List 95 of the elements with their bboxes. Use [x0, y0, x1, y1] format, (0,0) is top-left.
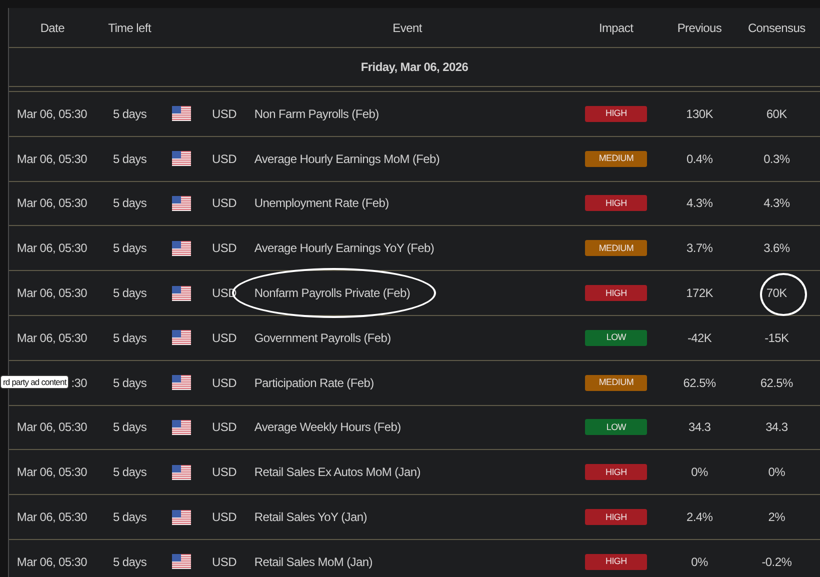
date-cell-text: Mar 06, 05:30	[16, 509, 88, 526]
impact-badge: MEDIUM	[585, 240, 648, 256]
us-flag-icon	[172, 240, 192, 256]
date-cell-text: Mar 06, 05:30	[16, 285, 88, 302]
time-left-cell-text: 5 days	[113, 330, 147, 347]
currency-cell-text: USD	[212, 150, 236, 168]
column-header: Previous	[677, 20, 722, 36]
currency-cell-text: USD	[212, 554, 236, 571]
us-flag-icon	[172, 464, 192, 480]
event-cell-text: Retail Sales MoM (Jan)	[254, 554, 372, 571]
date-cell-text: Mar 06, 05:30	[16, 464, 88, 482]
time-left-cell-text: 5 days	[113, 554, 147, 571]
time-left-cell-text: 5 days	[113, 106, 147, 123]
currency-cell-text: USD	[212, 419, 236, 436]
date-cell-text: Mar 06, 05:30	[16, 419, 88, 436]
time-left-cell-text: 5 days	[113, 419, 147, 436]
currency-cell-text: USD	[212, 195, 236, 212]
event-cell-text: Nonfarm Payrolls Private (Feb)	[254, 285, 410, 302]
tooltip: rd party ad content	[0, 374, 70, 389]
time-left-cell-text: 5 days	[113, 285, 147, 302]
currency-cell-text: USD	[212, 464, 236, 482]
impact-badge: HIGH	[585, 106, 648, 122]
impact-badge: HIGH	[585, 509, 648, 526]
time-left-cell-text: 5 days	[113, 150, 147, 168]
impact-badge: MEDIUM	[585, 150, 648, 167]
impact-badge: HIGH	[585, 195, 648, 212]
event-cell-text: Average Hourly Earnings MoM (Feb)	[254, 150, 440, 168]
consensus-cell-text: 70K	[766, 285, 787, 302]
date-cell-text: Mar 06, 05:30	[16, 106, 88, 123]
previous-cell-text: 34.3	[688, 419, 711, 436]
consensus-cell-text: 0.3%	[764, 150, 790, 168]
impact-badge: HIGH	[585, 554, 648, 570]
consensus-cell-text: -15K	[764, 330, 789, 347]
consensus-cell-text: 34.3	[766, 419, 788, 436]
column-header: Impact	[598, 20, 634, 36]
us-flag-icon	[172, 196, 192, 211]
previous-cell-text: 0.4%	[686, 150, 713, 168]
time-left-cell-text: 5 days	[113, 374, 147, 392]
event-cell-text: Government Payrolls (Feb)	[254, 330, 391, 347]
us-flag-icon	[172, 420, 192, 435]
previous-cell-text: 172K	[686, 285, 713, 302]
consensus-cell-text: 3.6%	[764, 240, 790, 258]
us-flag-icon	[172, 151, 192, 166]
consensus-cell-text: 62.5%	[760, 374, 793, 392]
consensus-cell-text: 0%	[768, 464, 786, 482]
event-cell-text: Participation Rate (Feb)	[254, 374, 374, 392]
column-header: Date	[40, 20, 64, 36]
us-flag-icon	[172, 510, 192, 525]
impact-badge: HIGH	[585, 464, 648, 480]
impact-badge: LOW	[585, 419, 648, 436]
consensus-cell-text: -0.2%	[762, 554, 792, 571]
time-left-cell-text: 5 days	[113, 195, 147, 212]
impact-badge: HIGH	[585, 285, 648, 302]
currency-cell-text: USD	[212, 240, 236, 258]
previous-cell-text: 0%	[691, 464, 708, 482]
column-header: Consensus	[748, 20, 806, 36]
consensus-cell-text: 4.3%	[764, 195, 790, 212]
event-cell-text: Average Hourly Earnings YoY (Feb)	[254, 240, 434, 258]
us-flag-icon	[172, 106, 192, 122]
time-left-cell-text: 5 days	[113, 509, 147, 526]
column-header: Time left	[108, 20, 151, 36]
time-left-cell-text: 5 days	[113, 240, 147, 258]
event-cell-text: Retail Sales Ex Autos MoM (Jan)	[254, 464, 420, 482]
date-cell-text: Mar 06, 05:30	[16, 554, 88, 571]
event-cell-text: Average Weekly Hours (Feb)	[254, 419, 401, 436]
previous-cell-text: 62.5%	[683, 374, 716, 392]
previous-cell-text: 2.4%	[686, 509, 713, 526]
us-flag-icon	[172, 286, 192, 301]
impact-badge: MEDIUM	[585, 374, 648, 391]
date-cell-text: :30	[71, 374, 88, 392]
date-cell-text: Mar 06, 05:30	[16, 240, 88, 258]
event-cell-text: Non Farm Payrolls (Feb)	[254, 106, 379, 123]
column-header: Event	[392, 20, 422, 36]
consensus-cell-text: 2%	[768, 509, 786, 526]
us-flag-icon	[172, 554, 192, 570]
event-cell-text: Unemployment Rate (Feb)	[254, 195, 389, 212]
consensus-cell-text: 60K	[766, 106, 787, 123]
currency-cell-text: USD	[212, 509, 236, 526]
previous-cell-text: 130K	[686, 106, 713, 123]
date-cell-text: Mar 06, 05:30	[16, 330, 88, 347]
currency-cell-text: USD	[212, 330, 236, 347]
currency-cell-text: USD	[212, 106, 236, 123]
time-left-cell-text: 5 days	[113, 464, 147, 482]
previous-cell-text: 0%	[691, 554, 708, 571]
us-flag-icon	[172, 330, 192, 346]
us-flag-icon	[172, 375, 192, 390]
previous-cell-text: 4.3%	[686, 195, 713, 212]
previous-cell-text: 3.7%	[686, 240, 713, 258]
impact-badge: LOW	[585, 330, 648, 346]
date-cell-text: Mar 06, 05:30	[16, 150, 88, 168]
currency-cell-text: USD	[212, 374, 236, 392]
day-heading: Friday, Mar 06, 2026	[360, 59, 468, 76]
date-cell-text: Mar 06, 05:30	[16, 195, 88, 212]
event-cell-text: Retail Sales YoY (Jan)	[254, 509, 367, 526]
previous-cell-text: -42K	[687, 330, 712, 347]
